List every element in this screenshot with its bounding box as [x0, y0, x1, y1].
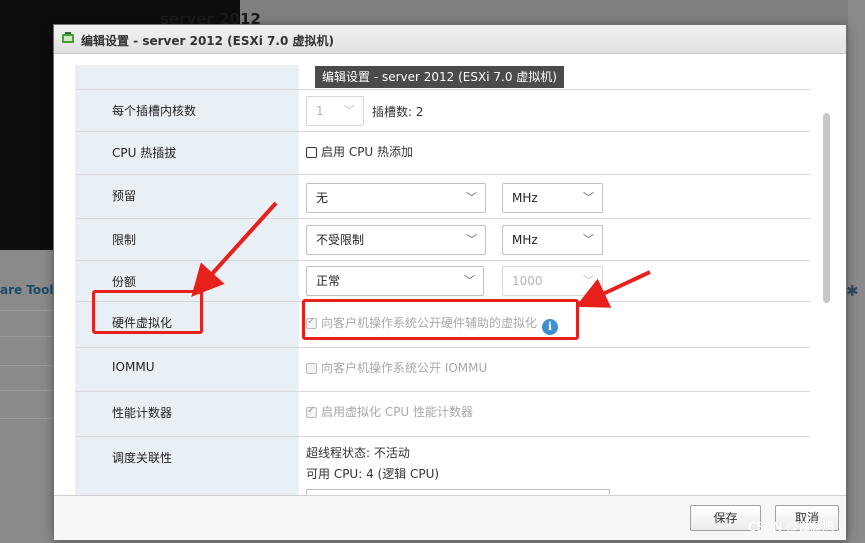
annotation-arrows: [191, 201, 651, 308]
annotation-arrow-left: [191, 201, 278, 297]
annotation-arrow-right: [575, 270, 651, 308]
watermark: CSDN @谭耀旭: [748, 520, 835, 534]
